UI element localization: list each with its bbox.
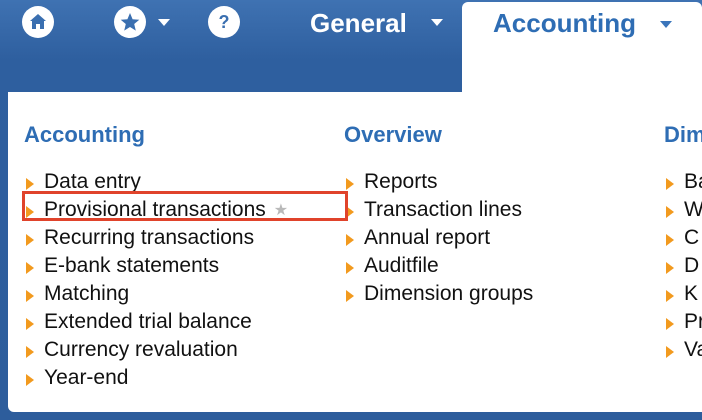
bullet-arrow-icon [26, 374, 34, 386]
nav-general-menu[interactable]: General [310, 6, 407, 40]
bullet-arrow-icon [346, 178, 354, 190]
bullet-arrow-icon [26, 290, 34, 302]
menu-item-pr[interactable]: Pr [664, 308, 702, 336]
menu-item-transaction-lines[interactable]: Transaction lines [344, 196, 533, 224]
bullet-arrow-icon [346, 234, 354, 246]
menu-item-year-end[interactable]: Year-end [24, 364, 288, 392]
bullet-arrow-icon [666, 178, 674, 190]
menu-item-c[interactable]: C [664, 224, 702, 252]
accounting-dropdown-chevron-icon[interactable] [660, 21, 672, 28]
menu-item-dimension-groups[interactable]: Dimension groups [344, 280, 533, 308]
favorites-dropdown-chevron-icon[interactable] [158, 19, 170, 26]
menu-item-k[interactable]: K [664, 280, 702, 308]
help-icon[interactable]: ? [208, 6, 240, 38]
menu-item-matching[interactable]: Matching [24, 280, 288, 308]
menu-item-extended-trial-balance[interactable]: Extended trial balance [24, 308, 288, 336]
bullet-arrow-icon [666, 262, 674, 274]
bullet-arrow-icon [26, 234, 34, 246]
bullet-arrow-icon [26, 206, 34, 218]
menu-item-d[interactable]: D [664, 252, 702, 280]
menu-item-recurring-transactions[interactable]: Recurring transactions [24, 224, 288, 252]
menu-item-auditfile[interactable]: Auditfile [344, 252, 533, 280]
bullet-arrow-icon [666, 346, 674, 358]
bullet-arrow-icon [26, 178, 34, 190]
bullet-arrow-icon [26, 346, 34, 358]
bullet-arrow-icon [346, 262, 354, 274]
menu-item-provisional-transactions[interactable]: Provisional transactions ★ [24, 196, 288, 224]
menu-item-ba[interactable]: Ba [664, 168, 702, 196]
menu-column-accounting: Accounting Data entry Provisional transa… [24, 120, 288, 392]
home-icon[interactable] [22, 6, 54, 38]
menu-item-reports[interactable]: Reports [344, 168, 533, 196]
bullet-arrow-icon [666, 290, 674, 302]
tab-accounting[interactable]: Accounting [462, 2, 702, 102]
bullet-arrow-icon [26, 262, 34, 274]
top-navigation-bar: ? General Accounting [0, 0, 702, 102]
bullet-arrow-icon [26, 318, 34, 330]
bullet-arrow-icon [666, 234, 674, 246]
column-title: Dim [664, 122, 702, 147]
favorites-star-icon[interactable] [114, 6, 146, 38]
general-dropdown-chevron-icon[interactable] [431, 19, 443, 26]
menu-item-w[interactable]: W [664, 196, 702, 224]
favorite-star-icon[interactable]: ★ [274, 197, 288, 225]
column-title: Accounting [24, 122, 145, 147]
menu-column-dimensions: Dim Ba W C D K Pr Va [664, 120, 702, 364]
bullet-arrow-icon [666, 318, 674, 330]
menu-item-e-bank-statements[interactable]: E-bank statements [24, 252, 288, 280]
bullet-arrow-icon [346, 206, 354, 218]
svg-text:?: ? [219, 12, 230, 32]
bullet-arrow-icon [666, 206, 674, 218]
column-title: Overview [344, 122, 442, 147]
tab-accounting-label: Accounting [493, 8, 636, 38]
menu-item-annual-report[interactable]: Annual report [344, 224, 533, 252]
bullet-arrow-icon [346, 290, 354, 302]
menu-column-overview: Overview Reports Transaction lines Annua… [344, 120, 533, 308]
nav-general-label: General [310, 8, 407, 38]
accounting-dropdown-panel: Accounting Data entry Provisional transa… [8, 92, 702, 412]
menu-item-currency-revaluation[interactable]: Currency revaluation [24, 336, 288, 364]
menu-item-data-entry[interactable]: Data entry [24, 168, 288, 196]
menu-item-va[interactable]: Va [664, 336, 702, 364]
